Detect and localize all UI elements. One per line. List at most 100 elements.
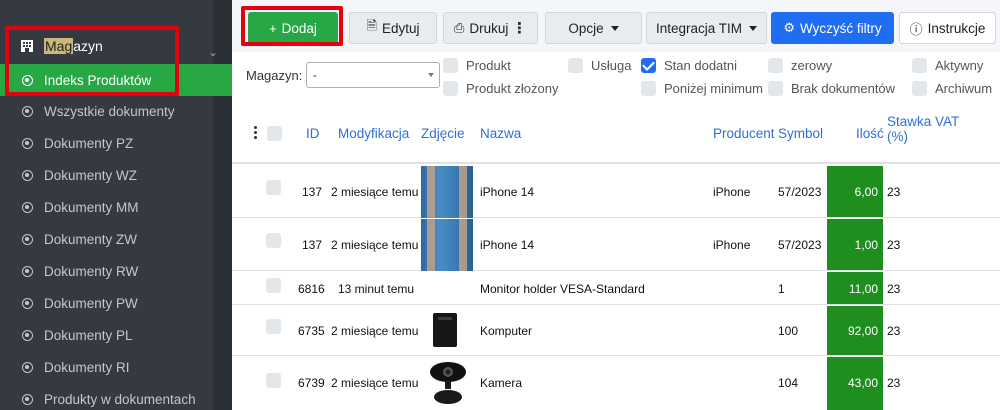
chevron-down-icon[interactable]: ⌄ [208,45,218,59]
circle-dot-icon [22,329,33,341]
col-image[interactable]: Zdjęcie [421,126,465,141]
tim-integration-dropdown[interactable]: Integracja TIM [646,12,767,44]
cell-modified: 13 minut temu [338,282,415,296]
col-qty[interactable]: Ilość [856,126,884,141]
table-row[interactable]: 43,00 6739 2 miesiące temu Kamera 104 23 [232,357,1000,410]
qty-cell: 92,00 [827,306,883,355]
table-row[interactable]: 11,00 6816 13 minut temu Monitor holder … [232,272,1000,305]
checkbox[interactable] [912,80,927,96]
info-icon: ⓘ [909,21,923,37]
sidebar-section-magazyn[interactable]: Magazyn [0,28,232,64]
filter-produkt-zlozony[interactable]: Produkt złożony [443,80,559,96]
sidebar-item-dokumenty-mm[interactable]: Dokumenty MM [0,191,232,223]
col-id[interactable]: ID [306,126,320,141]
cell-vat: 23 [887,185,901,199]
checkbox[interactable] [912,57,927,73]
col-producer[interactable]: Producent [713,126,775,141]
col-name[interactable]: Nazwa [480,126,521,141]
col-symbol[interactable]: Symbol [778,126,823,141]
product-image-camera[interactable] [428,359,468,405]
cell-vat: 23 [887,376,901,390]
filter-zerowy[interactable]: zerowy [768,57,832,73]
checkbox[interactable] [443,80,458,96]
cell-name: iPhone 14 [480,185,535,199]
table-row[interactable]: 92,00 6735 2 miesiące temu Komputer 100 … [232,306,1000,356]
cell-id: 6739 [298,376,325,390]
cell-name: iPhone 14 [480,238,535,252]
cell-name: Kamera [480,376,523,390]
sidebar-item-dokumenty-pz[interactable]: Dokumenty PZ [0,127,232,159]
cell-vat: 23 [887,282,901,296]
product-image-phone[interactable] [421,166,473,218]
sidebar-section-label: Magazyn [44,38,103,54]
filter-ponizej-minimum[interactable]: Poniżej minimum [641,80,763,96]
checkbox-checked[interactable] [641,57,656,73]
sidebar-item-dokumenty-rw[interactable]: Dokumenty RW [0,255,232,287]
sidebar-item-dokumenty-pw[interactable]: Dokumenty PW [0,287,232,319]
table-row[interactable]: 1,00 137 2 miesiące temu iPhone 14 iPhon… [232,219,1000,271]
product-image-computer[interactable] [433,313,457,347]
circle-dot-icon [22,169,33,181]
instructions-button[interactable]: ⓘ Instrukcje [899,12,996,44]
select-all-checkbox[interactable] [267,126,282,141]
cell-id: 137 [302,238,323,252]
product-image-phone[interactable] [421,219,473,271]
table-row[interactable]: 6,00 137 2 miesiące temu iPhone 14 iPhon… [232,166,1000,218]
more-vertical-icon[interactable]: ⋮ [512,19,527,37]
edit-button[interactable]: 🗎 Edytuj [349,12,437,44]
sidebar-item-dokumenty-ri[interactable]: Dokumenty RI [0,351,232,383]
sidebar: Magazyn ⌄ Indeks Produktów Wszystkie dok… [0,0,232,410]
qty-cell: 11,00 [827,272,883,304]
cell-modified: 2 miesiące temu [331,324,419,338]
checkbox[interactable] [768,57,783,73]
caret-down-icon [610,25,619,31]
cell-producer: iPhone [713,185,751,199]
building-icon [21,40,33,52]
checkbox[interactable] [443,57,458,73]
filter-aktywny[interactable]: Aktywny [912,57,983,73]
filter-produkt[interactable]: Produkt [443,57,511,73]
col-vat[interactable]: Stawka VAT (%) [887,114,959,144]
sidebar-item-dokumenty-pl[interactable]: Dokumenty PL [0,319,232,351]
filter-stan-dodatni[interactable]: Stan dodatni [641,57,737,73]
cell-symbol: 57/2023 [778,185,822,199]
qty-cell: 1,00 [827,219,883,270]
filter-archiwum[interactable]: Archiwum [912,80,992,96]
filter-usluga[interactable]: Usługa [568,57,631,73]
warehouse-select[interactable]: - [306,62,440,88]
row-checkbox[interactable] [266,278,281,293]
caret-down-icon [428,73,434,77]
options-dropdown[interactable]: Opcje [545,12,642,44]
checkbox[interactable] [568,57,583,73]
print-button[interactable]: ⎙ Drukuj ⋮ [443,12,538,44]
document-icon: 🗎 [366,18,377,33]
checkbox[interactable] [768,80,783,96]
col-modified[interactable]: Modyfikacja [338,126,409,141]
sidebar-item-dokumenty-wz[interactable]: Dokumenty WZ [0,159,232,191]
circle-dot-icon [22,105,33,117]
qty-cell: 6,00 [827,166,883,217]
cell-symbol: 100 [778,324,799,338]
circle-dot-icon [22,297,33,309]
cell-producer: iPhone [713,238,751,252]
row-checkbox[interactable] [266,233,281,248]
sidebar-item-wszystkie-dokumenty[interactable]: Wszystkie dokumenty [0,95,232,127]
row-checkbox[interactable] [266,373,281,388]
filter-brak-dokumentow[interactable]: Brak dokumentów [768,80,895,96]
clear-filters-button[interactable]: ⚙ Wyczyść filtry [771,12,894,44]
printer-icon: ⎙ [454,20,465,35]
circle-dot-icon [22,265,33,277]
cell-vat: 23 [887,238,901,252]
sidebar-item-indeks-produktow[interactable]: Indeks Produktów [0,64,232,96]
sidebar-item-dokumenty-zw[interactable]: Dokumenty ZW [0,223,232,255]
sidebar-item-produkty-w-dokumentach[interactable]: Produkty w dokumentach [0,383,232,410]
row-checkbox[interactable] [266,319,281,334]
row-checkbox[interactable] [266,180,281,195]
cell-symbol: 104 [778,376,799,390]
toolbar: + Dodaj 🗎 Edytuj ⎙ Drukuj ⋮ Opcje Integracja… [232,0,1000,52]
checkbox[interactable] [641,80,656,96]
table-header: ID Modyfikacja Zdjęcie Nazwa Producent S… [232,102,1000,164]
cell-modified: 2 miesiące temu [331,376,419,390]
column-menu-icon[interactable] [254,126,258,140]
add-button[interactable]: + Dodaj [248,12,338,44]
